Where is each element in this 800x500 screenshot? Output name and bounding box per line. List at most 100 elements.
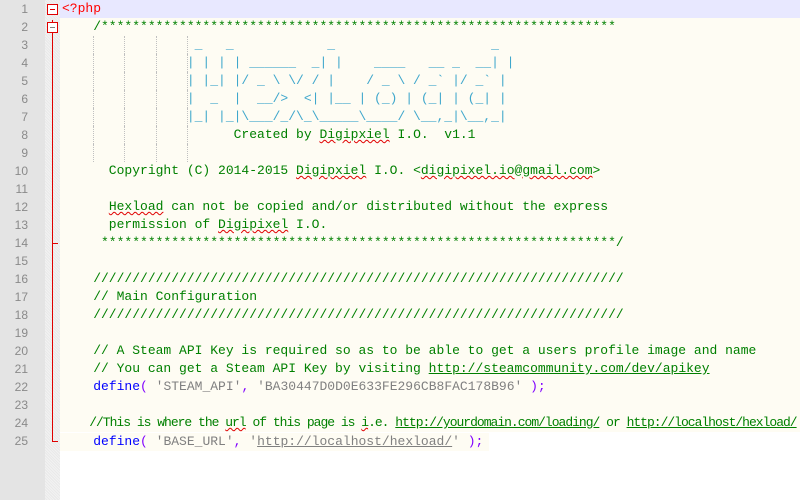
code-token: digipixel.io bbox=[420, 163, 515, 178]
indent-guide bbox=[124, 144, 126, 162]
code-token: Digipxiel bbox=[319, 127, 390, 142]
indent-guide bbox=[186, 72, 188, 90]
indent-guide bbox=[124, 36, 126, 54]
code-line[interactable] bbox=[60, 396, 800, 414]
code-line[interactable]: //This is where the url of this page is … bbox=[60, 414, 800, 432]
code-line[interactable]: define( 'BASE_URL', 'http://localhost/he… bbox=[60, 433, 490, 451]
code-link[interactable]: http://steamcommunity.com/dev/apikey bbox=[429, 361, 710, 376]
code-line[interactable]: // A Steam API Key is required so as to … bbox=[60, 342, 800, 360]
code-token: Digipxiel bbox=[296, 163, 367, 178]
code-token: ( bbox=[140, 379, 148, 394]
code-line[interactable]: define( 'STEAM_API', 'BA30447D0D0E633FE2… bbox=[60, 378, 800, 396]
code-line[interactable]: Copyright (C) 2014-2015 Digipxiel I.O. <… bbox=[60, 162, 800, 180]
code-token: _ _ _ _ bbox=[62, 37, 499, 52]
code-line[interactable]: ////////////////////////////////////////… bbox=[60, 306, 800, 324]
code-line[interactable]: Hexload can not be copied and/or distrib… bbox=[60, 198, 800, 216]
code-token: |_| |_|\___/_/\_\_____\____/ \__,_|\__,_… bbox=[62, 109, 507, 124]
indent-guide bbox=[93, 144, 95, 162]
code-token: define bbox=[93, 379, 141, 394]
line-number-gutter: 1 2 3 4 5 6 7 8 9 10 11 12 13 14 15 16 17 18 19 20 21 22 23 24 2… bbox=[0, 0, 45, 500]
code-link[interactable]: http://localhost/hexload/ bbox=[257, 434, 452, 449]
line-number: 11 bbox=[15, 182, 28, 196]
line-number: 6 bbox=[21, 92, 28, 106]
indent-guide bbox=[155, 72, 157, 90]
code-line[interactable]: /***************************************… bbox=[60, 18, 800, 36]
code-line[interactable]: <?php bbox=[60, 0, 800, 18]
code-token: or bbox=[599, 415, 627, 430]
code-token: <?php bbox=[62, 1, 102, 16]
code-token: of this page is bbox=[245, 415, 362, 430]
code-line[interactable]: Created by Digipxiel I.O. v1.1 bbox=[60, 126, 800, 144]
code-token: | _ | __/> <| |__ | (_) | (_| | (_| | bbox=[62, 91, 507, 106]
code-line[interactable]: ////////////////////////////////////////… bbox=[60, 270, 800, 288]
code-token: gmail.com bbox=[522, 163, 593, 178]
code-line[interactable]: | | | | ______ _| | ____ __ _ __| | bbox=[60, 54, 800, 72]
code-line[interactable] bbox=[60, 144, 800, 162]
code-line[interactable]: // You can get a Steam API Key by visiti… bbox=[60, 360, 800, 378]
code-token: // A Steam API Key is required so as to … bbox=[62, 343, 757, 358]
code-token: //This is where the bbox=[62, 415, 226, 430]
indent-guide bbox=[155, 54, 157, 72]
code-token: ////////////////////////////////////////… bbox=[62, 271, 624, 286]
indent-guide bbox=[155, 144, 157, 162]
line-number: 13 bbox=[14, 218, 28, 232]
code-line[interactable]: // Main Configuration bbox=[60, 288, 800, 306]
line-number: 15 bbox=[14, 254, 28, 268]
code-token: ); bbox=[522, 379, 546, 394]
line-number: 19 bbox=[14, 326, 28, 340]
line-number: 25 bbox=[14, 434, 28, 448]
code-token: url bbox=[225, 415, 246, 430]
code-line[interactable]: permission of Digipixel I.O. bbox=[60, 216, 800, 234]
code-token: 'STEAM_API' bbox=[147, 379, 242, 394]
code-token: 'BA30447D0D0E633FE296CB8FAC178B96' bbox=[249, 379, 523, 394]
code-line[interactable]: |_| |_|\___/_/\_\_____\____/ \__,_|\__,_… bbox=[60, 108, 800, 126]
code-token: Copyright (C) 2014-2015 bbox=[62, 163, 297, 178]
code-line[interactable] bbox=[60, 324, 800, 342]
code-line[interactable] bbox=[60, 180, 800, 198]
code-token: Hexload bbox=[108, 199, 164, 214]
code-token: can not be copied and/or distributed wit… bbox=[163, 199, 609, 214]
indent-guide bbox=[124, 90, 126, 108]
line-number: 10 bbox=[14, 164, 28, 178]
indent-guide bbox=[186, 126, 188, 144]
line-number: 2 bbox=[21, 20, 28, 34]
indent-guide bbox=[124, 72, 126, 90]
indent-guide bbox=[155, 108, 157, 126]
indent-guide bbox=[186, 144, 188, 162]
fold-toggle-php-icon[interactable] bbox=[47, 4, 58, 15]
line-number: 21 bbox=[14, 362, 28, 376]
code-token: | |_| |/ _ \ \/ / | / _ \ / _` |/ _` | bbox=[62, 73, 507, 88]
code-token: define bbox=[93, 434, 141, 449]
code-token: .e. bbox=[368, 415, 396, 430]
indent-guide bbox=[93, 72, 95, 90]
line-number: 20 bbox=[14, 344, 28, 358]
indent-guide bbox=[155, 36, 157, 54]
code-line[interactable] bbox=[60, 252, 800, 270]
code-token: Digipixel bbox=[218, 217, 289, 232]
code-link[interactable]: http://localhost/hexload/ bbox=[627, 415, 798, 430]
fold-range-end bbox=[52, 441, 58, 442]
line-number: 1 bbox=[21, 2, 28, 16]
code-token: ****************************************… bbox=[62, 235, 624, 250]
indent-guide bbox=[124, 126, 126, 144]
code-line[interactable]: ****************************************… bbox=[60, 234, 800, 252]
code-token: I.O. v1.1 bbox=[389, 127, 476, 142]
code-line[interactable]: | |_| |/ _ \ \/ / | / _ \ / _` |/ _` | bbox=[60, 72, 800, 90]
code-link[interactable]: http://yourdomain.com/loading/ bbox=[395, 415, 600, 430]
indent-guide bbox=[155, 126, 157, 144]
code-line[interactable]: | _ | __/> <| |__ | (_) | (_| | (_| | bbox=[60, 90, 800, 108]
code-editor[interactable]: <?php /*********************************… bbox=[60, 0, 800, 451]
fold-range-tick bbox=[53, 243, 58, 244]
code-line[interactable]: _ _ _ _ bbox=[60, 36, 800, 54]
indent-guide bbox=[155, 90, 157, 108]
line-number: 14 bbox=[14, 236, 28, 250]
indent-guide bbox=[124, 108, 126, 126]
line-number: 24 bbox=[14, 416, 28, 430]
fold-toggle-comment-icon[interactable] bbox=[47, 22, 58, 33]
code-token: > bbox=[592, 163, 601, 178]
indent-guide bbox=[186, 54, 188, 72]
code-token: ////////////////////////////////////////… bbox=[62, 307, 624, 322]
indent-guide bbox=[124, 54, 126, 72]
